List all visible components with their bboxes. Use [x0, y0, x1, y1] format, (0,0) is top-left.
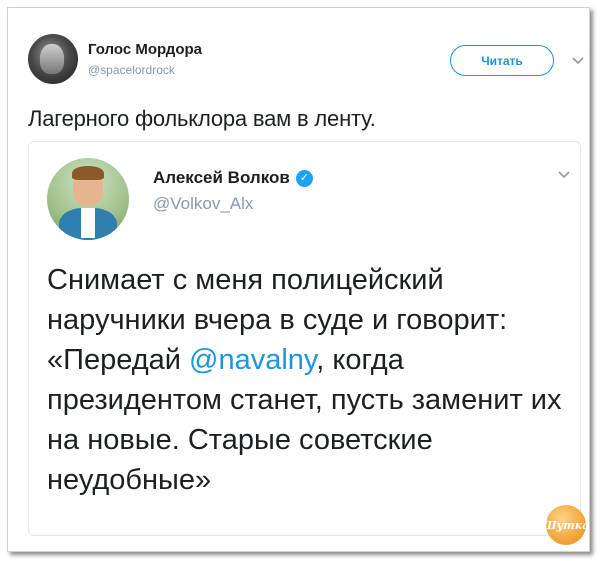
user-avatar[interactable]	[28, 34, 78, 84]
chevron-down-icon[interactable]	[570, 54, 586, 66]
chevron-down-icon[interactable]	[556, 168, 572, 180]
verified-badge-icon: ✓	[295, 169, 313, 187]
quoted-user-name-row[interactable]: Алексей Волков ✓	[153, 168, 313, 188]
watermark-logo: Шутка	[543, 505, 589, 545]
follow-button[interactable]: Читать	[450, 45, 554, 76]
mention-link[interactable]: @navalny	[189, 344, 316, 376]
user-handle[interactable]: @spacelordrock	[88, 63, 175, 77]
quoted-user-avatar[interactable]	[47, 158, 129, 240]
avatar-hair	[72, 166, 104, 180]
avatar-face	[40, 44, 64, 74]
quoted-user-name[interactable]: Алексей Волков	[153, 168, 290, 188]
user-name[interactable]: Голос Мордора	[88, 41, 202, 58]
tweet-card: Голос Мордора @spacelordrock Читать Лаге…	[7, 7, 590, 552]
quoted-tweet[interactable]: Алексей Волков ✓ @Volkov_Alx Снимает с м…	[28, 141, 581, 536]
tweet-text: Лагерного фольклора вам в ленту.	[28, 106, 376, 131]
quoted-tweet-text: Снимает с меня полицейский наручники вче…	[47, 260, 567, 500]
quoted-user-handle[interactable]: @Volkov_Alx	[153, 194, 253, 214]
avatar-shirt	[81, 208, 95, 238]
